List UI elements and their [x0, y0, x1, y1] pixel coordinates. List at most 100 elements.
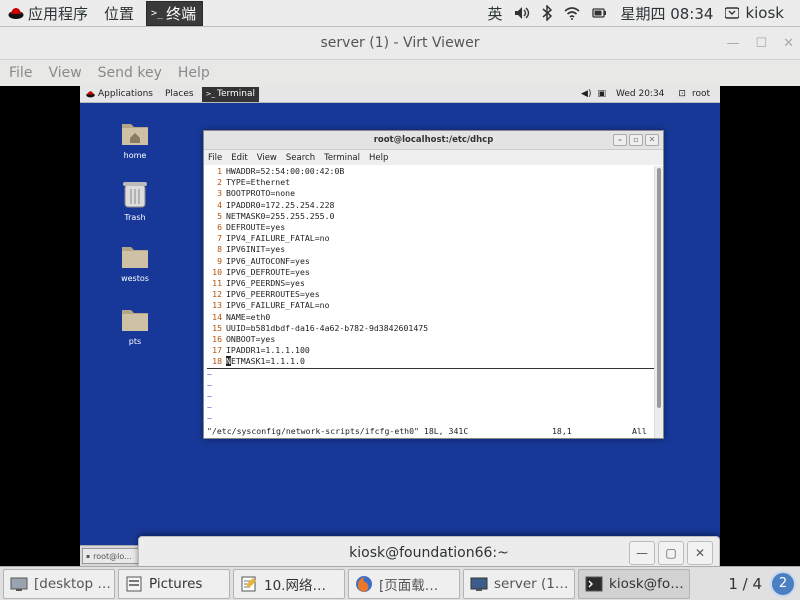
file-manager-icon — [126, 576, 142, 591]
guest-clock[interactable]: Wed 20:34 — [616, 89, 664, 99]
terminal-icon: >_ — [151, 7, 164, 19]
trash-icon — [123, 182, 147, 208]
close-icon[interactable]: ✕ — [645, 134, 659, 146]
menu-file[interactable]: File — [9, 65, 32, 81]
editor-line: 14 NAME=eth0 — [212, 311, 271, 322]
guest-task-item[interactable]: ▪ root@lo... — [82, 548, 142, 564]
minimize-icon[interactable]: – — [613, 134, 627, 146]
editor-line: 13 IPV6_FAILURE_FATAL=no — [212, 300, 330, 311]
workspace-indicator: 1 / 4 — [728, 574, 762, 593]
editor-line: 5 NETMASK0=255.255.255.0 — [217, 210, 335, 221]
guest-user[interactable]: root — [692, 89, 710, 99]
close-icon[interactable]: ✕ — [687, 541, 713, 565]
editor-line: 3 BOOTPROTO=none — [217, 188, 296, 199]
host-taskbar: [desktop … Pictures 10.网络… [页面载… server … — [0, 566, 800, 600]
guest-places-menu[interactable]: Places — [165, 89, 194, 99]
editor-line: 16 ONBOOT=yes — [212, 334, 276, 345]
vm-display[interactable]: Applications Places >_ Terminal ◀) ▣ Wed… — [0, 86, 800, 566]
host-terminal-window[interactable]: kiosk@foundation66:~ — ▢ ✕ — [138, 536, 720, 570]
terminal-window[interactable]: root@localhost:/etc/dhcp – ▫ ✕ File Edit… — [203, 130, 664, 439]
terminal-scrollbar[interactable] — [654, 166, 663, 438]
redhat-icon — [8, 8, 24, 19]
viewer-titlebar: server (1) - Virt Viewer — [0, 27, 800, 60]
screen: 应用程序 位置 >_ 终端 英 星期四 08:34 kiosk server (… — [0, 0, 800, 600]
viewer-title: server (1) - Virt Viewer — [320, 35, 480, 51]
editor-line: 12 IPV6_PEERROUTES=yes — [212, 289, 320, 300]
terminal-titlebar[interactable]: root@localhost:/etc/dhcp – ▫ ✕ — [204, 131, 663, 150]
task-firefox[interactable]: [页面载… — [348, 568, 460, 599]
editor-line: 17 IPADDR1=1.1.1.100 — [212, 345, 310, 356]
viewer-menubar: File View Send key Help — [0, 60, 800, 86]
user-menu[interactable]: kiosk — [725, 4, 784, 22]
user-name: kiosk — [745, 4, 784, 22]
close-icon[interactable]: ✕ — [783, 36, 794, 51]
redhat-icon — [86, 91, 95, 98]
terminal-icon — [585, 576, 603, 591]
menu-send-key[interactable]: Send key — [98, 65, 162, 81]
term-menu-view[interactable]: View — [257, 153, 277, 163]
host-terminal-button[interactable]: >_ 终端 — [146, 0, 204, 26]
vim-status-line: "/etc/sysconfig/network-scripts/ifcfg-et… — [207, 426, 657, 436]
guest-top-bar: Applications Places >_ Terminal ◀) ▣ Wed… — [80, 86, 720, 103]
text-cursor: N — [226, 356, 231, 367]
editor-line-current: 18 NETMASK1=1.1.1.0 — [207, 356, 656, 369]
maximize-icon[interactable]: ▢ — [658, 541, 684, 565]
text-editor-icon — [241, 576, 256, 591]
minimize-icon[interactable]: — — [726, 36, 739, 51]
minimize-icon[interactable]: — — [629, 541, 655, 565]
task-terminal[interactable]: kiosk@fo… — [578, 568, 690, 599]
task-document[interactable]: 10.网络… — [233, 568, 345, 599]
editor-line: 2 TYPE=Ethernet — [217, 177, 291, 188]
input-method-indicator[interactable]: 英 — [487, 3, 502, 24]
workspace-pager[interactable]: 1 / 4 2 — [728, 570, 800, 597]
term-menu-terminal[interactable]: Terminal — [324, 153, 360, 163]
empty-line-marker: ~ — [207, 391, 212, 402]
editor-line: 4 IPADDR0=172.25.254.228 — [217, 199, 335, 210]
task-pictures[interactable]: Pictures — [118, 568, 230, 599]
volume-icon[interactable] — [514, 6, 530, 20]
editor-line: 7 IPV4_FAILURE_FATAL=no — [217, 233, 330, 244]
empty-line-marker: ~ — [207, 413, 212, 424]
desktop-icon-pts[interactable]: pts — [105, 307, 165, 346]
maximize-icon[interactable]: ▫ — [629, 134, 643, 146]
status-view: All — [632, 426, 647, 436]
host-top-bar: 应用程序 位置 >_ 终端 英 星期四 08:34 kiosk — [0, 0, 800, 27]
volume-icon[interactable]: ◀) — [581, 89, 591, 99]
guest-desktop[interactable]: Applications Places >_ Terminal ◀) ▣ Wed… — [80, 86, 720, 566]
term-menu-edit[interactable]: Edit — [231, 153, 247, 163]
network-icon[interactable]: ▣ — [597, 89, 606, 99]
editor-line: 8 IPV6INIT=yes — [217, 244, 286, 255]
folder-icon — [122, 247, 148, 268]
terminal-icon: ▪ — [86, 552, 91, 560]
clock[interactable]: 星期四 08:34 — [620, 3, 713, 24]
terminal-menubar: File Edit View Search Terminal Help — [204, 150, 663, 165]
maximize-icon[interactable]: ☐ — [755, 36, 767, 51]
applications-menu[interactable]: 应用程序 — [0, 0, 96, 27]
term-menu-file[interactable]: File — [208, 153, 222, 163]
empty-line-marker: ~ — [207, 368, 212, 379]
task-desktop[interactable]: [desktop … — [3, 568, 115, 599]
editor-line: 15 UUID=b581dbdf-da16-4a62-b782-9d3842601… — [212, 322, 429, 333]
desktop-icon-home[interactable]: home — [105, 119, 165, 160]
menu-help[interactable]: Help — [178, 65, 210, 81]
term-menu-search[interactable]: Search — [286, 153, 315, 163]
task-virt-viewer[interactable]: server (1… — [463, 568, 575, 599]
places-menu[interactable]: 位置 — [96, 0, 142, 27]
bluetooth-icon[interactable] — [542, 5, 553, 21]
menu-view[interactable]: View — [48, 65, 81, 81]
notification-badge[interactable]: 2 — [770, 570, 796, 597]
guest-applications-menu[interactable]: Applications — [86, 89, 153, 99]
terminal-text-area[interactable]: 1 HWADDR=52:54:00:00:42:0B 2 TYPE=Ethernet… — [204, 166, 656, 438]
desktop-icon-trash[interactable]: Trash — [105, 179, 165, 222]
wifi-icon[interactable] — [564, 6, 580, 20]
desktop-icon-westos[interactable]: westos — [105, 244, 165, 283]
terminal-title: root@localhost:/etc/dhcp — [373, 135, 494, 145]
guest-terminal-button[interactable]: >_ Terminal — [201, 86, 260, 102]
term-menu-help[interactable]: Help — [369, 153, 388, 163]
desktop-icon — [10, 577, 28, 591]
firefox-icon — [356, 575, 372, 592]
status-file: "/etc/sysconfig/network-scripts/ifcfg-et… — [207, 426, 469, 436]
terminal-icon: >_ — [205, 90, 215, 98]
scrollbar-thumb[interactable] — [657, 168, 661, 408]
power-icon[interactable] — [592, 6, 608, 20]
